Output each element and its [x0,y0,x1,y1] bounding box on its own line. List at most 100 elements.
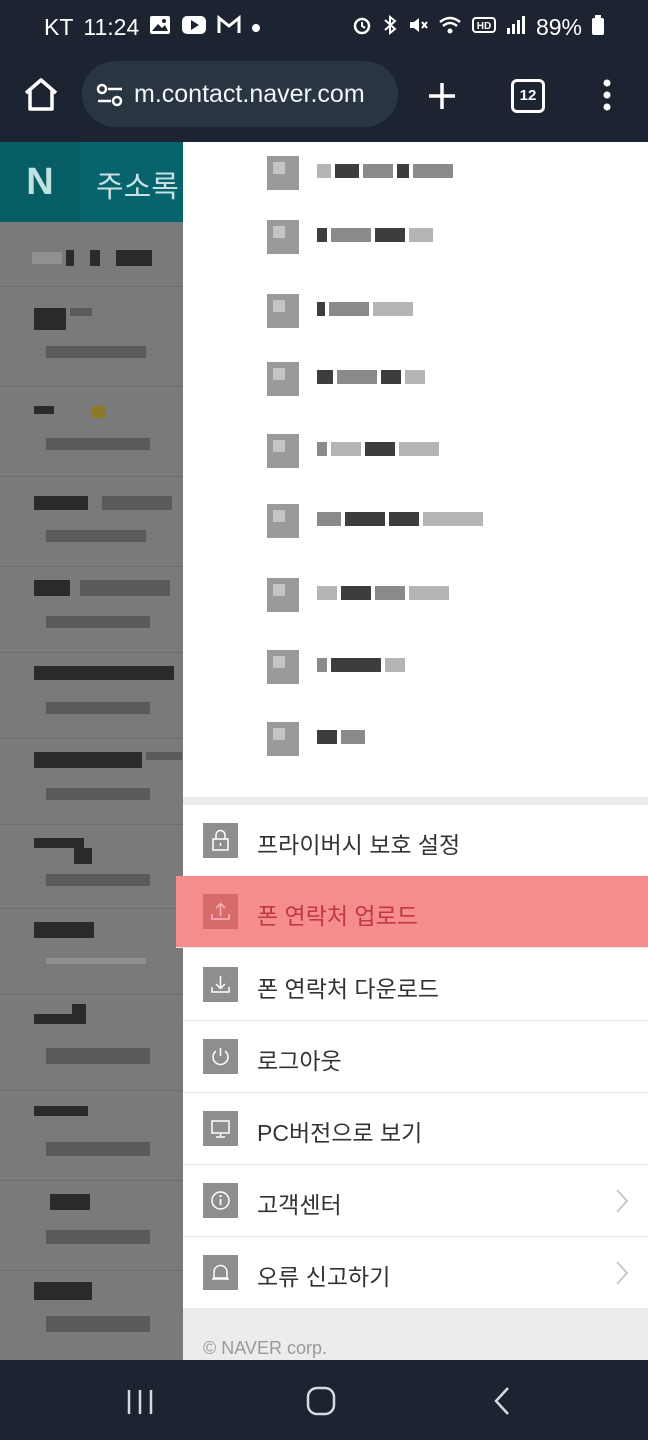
monitor-icon [203,1111,238,1146]
group-name-blurred [317,658,405,674]
menu-upload-contacts[interactable]: 폰 연락처 업로드 [176,876,648,948]
group-name-blurred [317,302,413,318]
chevron-right-icon [614,1187,630,1220]
contact-group-item[interactable] [183,348,648,420]
app-title: 주소록 [96,171,179,204]
list-item [0,222,183,287]
lock-icon [203,823,238,858]
power-icon [203,1039,238,1074]
more-menu-icon[interactable] [600,78,614,117]
copyright-text: © NAVER corp. [203,1338,327,1358]
clock: 11:24 [83,14,140,40]
group-avatar [267,504,299,538]
contact-group-item[interactable] [183,206,648,278]
youtube-icon [181,15,207,41]
svg-text:HD: HD [477,21,491,32]
list-item [0,824,183,909]
recent-apps-icon[interactable] [126,1388,154,1421]
contact-group-item[interactable] [183,280,648,352]
menu-pc-version[interactable]: PC버전으로 보기 [183,1093,648,1165]
group-avatar [267,362,299,396]
url-field[interactable]: m.contact.naver.com [82,61,398,127]
group-avatar [267,220,299,254]
group-name-blurred [317,228,433,244]
status-bar: KT 11:24 HD 89% [0,0,648,58]
chevron-right-icon [614,1259,630,1292]
web-page: N 주소록 프라이버시 보호 설정 폰 연락처 업로드 폰 연락처 다운로드 로… [0,142,648,1360]
contact-group-item[interactable] [183,636,648,708]
list-item [0,652,183,739]
list-item [0,994,183,1091]
list-item [0,294,183,387]
list-item [0,476,183,567]
list-item [0,566,183,653]
side-drawer: 프라이버시 보호 설정 폰 연락처 업로드 폰 연락처 다운로드 로그아웃 PC… [176,142,648,1360]
battery-percent: 89% [535,14,582,40]
contact-group-item[interactable] [183,564,648,636]
menu-label: 오류 신고하기 [257,1264,391,1290]
contact-group-item[interactable] [183,142,648,214]
group-avatar [267,722,299,756]
menu-logout[interactable]: 로그아웃 [183,1021,648,1093]
group-name-blurred [317,512,483,528]
download-icon [203,967,238,1002]
menu-label: 로그아웃 [257,1048,342,1074]
group-name-blurred [317,730,365,746]
site-settings-icon[interactable] [96,83,124,112]
contact-group-item[interactable] [183,420,648,492]
group-name-blurred [317,442,439,458]
browser-toolbar: m.contact.naver.com 12 [0,58,648,142]
contact-list-dimmed [0,222,183,1360]
menu-label: PC버전으로 보기 [257,1120,423,1146]
bluetooth-icon [382,14,398,41]
signal-icon [506,15,526,41]
app-header: N 주소록 [0,142,183,222]
menu-label: 프라이버시 보호 설정 [257,832,461,858]
hd-icon: HD [471,16,496,40]
mute-icon [408,15,428,41]
battery-icon [592,14,604,41]
back-icon[interactable] [492,1386,512,1421]
info-icon [203,1183,238,1218]
wifi-icon [438,15,462,41]
menu-privacy-settings[interactable]: 프라이버시 보호 설정 [183,805,648,877]
group-avatar [267,650,299,684]
menu-customer-center[interactable]: 고객센터 [183,1165,648,1237]
menu-label: 폰 연락처 다운로드 [257,976,440,1002]
url-text[interactable]: m.contact.naver.com [134,80,365,109]
carrier-label: KT [44,14,74,40]
group-name-blurred [317,370,425,386]
home-nav-icon[interactable] [306,1386,336,1421]
drawer-footer: © NAVER corp. [183,1308,648,1360]
system-nav-bar [0,1360,648,1440]
gallery-icon [149,15,171,41]
list-item [0,908,183,995]
group-avatar [267,294,299,328]
menu-report-error[interactable]: 오류 신고하기 [183,1237,648,1309]
group-avatar [267,434,299,468]
group-name-blurred [317,586,449,602]
gmail-icon [217,14,241,41]
contact-group-item[interactable] [183,490,648,562]
list-item [0,738,183,825]
group-name-blurred [317,164,453,180]
menu-label: 고객센터 [257,1192,342,1218]
list-item [0,1180,183,1271]
contact-group-item[interactable] [183,708,648,780]
upload-icon [203,894,238,929]
bell-icon [203,1255,238,1290]
list-item [0,386,183,477]
menu-label: 폰 연락처 업로드 [257,903,418,929]
group-avatar [267,156,299,190]
home-icon[interactable] [22,76,60,117]
alarm-icon [352,15,372,41]
tab-switcher-button[interactable]: 12 [511,79,545,113]
menu-download-contacts[interactable]: 폰 연락처 다운로드 [183,949,648,1021]
dot-icon [251,16,261,39]
group-avatar [267,578,299,612]
section-divider [183,797,648,805]
list-item [0,1270,183,1360]
list-item [0,1090,183,1181]
new-tab-icon[interactable] [426,80,458,117]
naver-logo[interactable]: N [0,142,80,222]
